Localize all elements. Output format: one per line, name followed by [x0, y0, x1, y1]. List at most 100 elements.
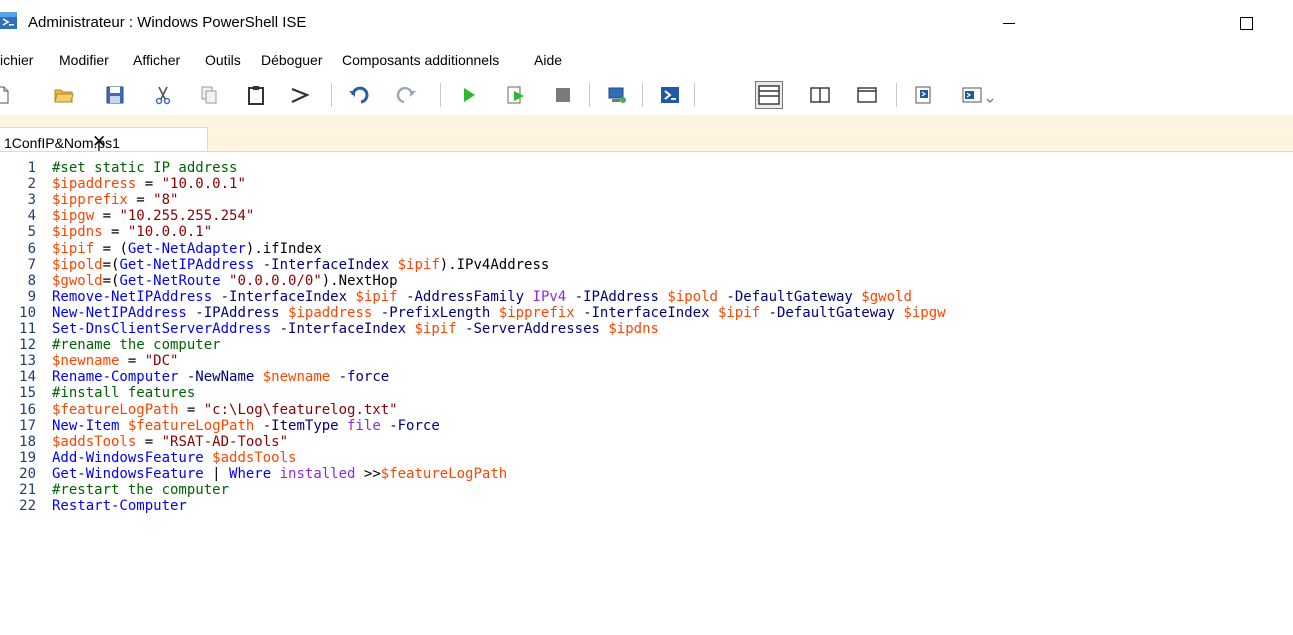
- open-folder-icon[interactable]: [54, 85, 74, 105]
- token-parameter: -force: [338, 369, 390, 386]
- token-parameter: -Force: [389, 417, 440, 434]
- paste-icon[interactable]: [246, 85, 266, 105]
- token-argument: installed: [279, 465, 356, 482]
- token-command: Add-WindowsFeature: [52, 449, 204, 466]
- stop-icon[interactable]: [553, 85, 573, 105]
- new-file-icon[interactable]: [0, 85, 12, 105]
- line-number: 17: [19, 417, 36, 434]
- line-number: 14: [19, 369, 36, 386]
- token-variable: $ipif: [355, 288, 398, 305]
- run-selection-icon[interactable]: [506, 85, 526, 105]
- token-command: Rename-Computer: [52, 369, 179, 386]
- clear-console-icon[interactable]: [290, 85, 310, 105]
- toolbar: [0, 73, 1293, 115]
- close-icon[interactable]: ✕: [92, 132, 106, 152]
- token-parameter: -IPAddress: [574, 288, 659, 305]
- token-plain: =(: [102, 272, 120, 289]
- line-text: Rename-Computer -NewName $newname -force: [52, 369, 389, 385]
- menu-debug[interactable]: Déboguer: [261, 52, 323, 68]
- line-number: 22: [19, 498, 36, 515]
- minimize-button[interactable]: [987, 8, 1033, 38]
- menu-view[interactable]: Afficher: [133, 52, 180, 68]
- menu-file[interactable]: ichier: [0, 52, 33, 68]
- show-command-addon-icon[interactable]: [962, 85, 982, 105]
- menu-help[interactable]: Aide: [534, 52, 562, 68]
- layout-script-maximized-icon[interactable]: [857, 85, 877, 105]
- toolbar-separator: [642, 83, 643, 107]
- undo-icon[interactable]: [349, 85, 369, 105]
- line-text: New-NetIPAddress -IPAddress $ipaddress -…: [52, 305, 946, 321]
- redo-icon[interactable]: [396, 85, 416, 105]
- line-number: 8: [27, 272, 36, 289]
- token-parameter: -DefaultGateway: [768, 304, 895, 321]
- line-number: 18: [19, 433, 36, 450]
- token-variable: $ipif: [397, 256, 440, 273]
- token-variable: $gwold: [861, 288, 912, 305]
- token-string: "10.0.0.1": [161, 176, 246, 193]
- token-variable: $ipgw: [52, 208, 95, 225]
- layout-script-top-icon[interactable]: [755, 81, 783, 109]
- token-parameter: -NewName: [186, 369, 255, 386]
- line-text: $ipif = (Get-NetAdapter).ifIndex: [52, 241, 322, 257]
- line-text: #rename the computer: [52, 337, 221, 353]
- toolbar-separator: [694, 83, 695, 107]
- toolbar-separator: [589, 83, 590, 107]
- token-comment: #rename the computer: [52, 337, 221, 354]
- token-command: Remove-NetIPAddress: [52, 288, 213, 305]
- save-icon[interactable]: [105, 85, 125, 105]
- token-argument: IPv4: [532, 288, 567, 305]
- menu-edit[interactable]: Modifier: [59, 52, 109, 68]
- line-number: 13: [19, 353, 36, 370]
- line-text: $gwold=(Get-NetRoute "0.0.0.0/0").NextHo…: [52, 273, 398, 289]
- line-number: 11: [19, 321, 36, 337]
- token-command: Restart-Computer: [52, 498, 187, 515]
- layout-script-right-icon[interactable]: [810, 85, 830, 105]
- line-number: 7: [27, 256, 36, 273]
- toolbar-separator: [331, 83, 332, 107]
- script-editor[interactable]: 1 #set static IP address 2 $ipaddress = "10…: [0, 151, 1293, 635]
- toolbar-overflow-icon[interactable]: [985, 85, 995, 105]
- cut-icon[interactable]: [153, 85, 173, 105]
- maximize-button[interactable]: [1223, 8, 1269, 38]
- menu-addons[interactable]: Composants additionnels: [342, 52, 499, 68]
- token-variable: $ipprefix: [52, 192, 128, 209]
- remote-powershell-icon[interactable]: [607, 85, 627, 105]
- line-text: Get-WindowsFeature | Where installed >>$…: [52, 466, 507, 482]
- token-string: "c:\Log\featurelog.txt": [203, 401, 398, 418]
- menu-tools[interactable]: Outils: [205, 52, 241, 68]
- run-script-icon[interactable]: [459, 85, 479, 105]
- token-plain: =: [102, 224, 128, 241]
- line-text: $newname = "DC": [52, 353, 178, 369]
- token-comment: #install features: [52, 385, 196, 402]
- token-plain: ).NextHop: [321, 272, 398, 289]
- token-variable: $ipif: [717, 304, 761, 321]
- show-script-pane-icon[interactable]: [914, 85, 934, 105]
- token-plain: =: [178, 401, 204, 418]
- token-variable: $gwold: [52, 272, 103, 289]
- line-text: Set-DnsClientServerAddress -InterfaceInd…: [52, 321, 659, 337]
- token-parameter: -IPAddress: [195, 304, 280, 321]
- token-command: Get-NetRoute: [119, 272, 221, 289]
- line-number: 21: [19, 482, 36, 498]
- token-parameter: -ItemType: [262, 417, 339, 434]
- token-variable: $ipif: [52, 240, 95, 257]
- token-string: "10.255.255.254": [119, 208, 255, 225]
- copy-icon[interactable]: [199, 85, 219, 105]
- token-variable: $ipaddress: [52, 176, 137, 193]
- token-plain: =: [119, 353, 145, 370]
- powershell-console-icon[interactable]: [660, 85, 680, 105]
- token-plain: = (: [94, 240, 128, 257]
- token-parameter: -PrefixLength: [380, 304, 491, 321]
- line-text: $addsTools = "RSAT-AD-Tools": [52, 434, 288, 450]
